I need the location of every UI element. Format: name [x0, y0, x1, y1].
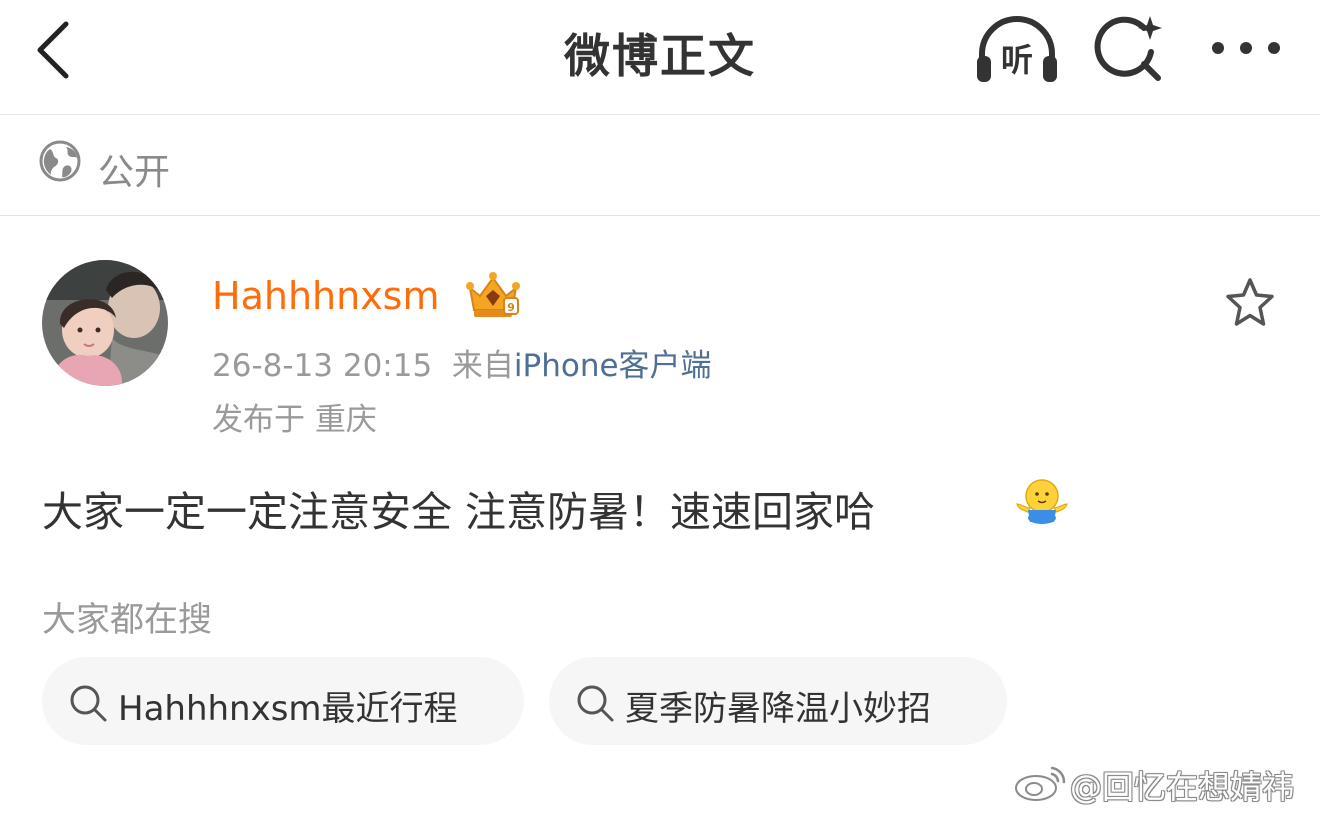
- watermark-text: @回忆在想婧祎: [1070, 768, 1295, 806]
- trending-search-heading: 大家都在搜: [42, 600, 212, 640]
- visibility-bar: [0, 115, 1320, 216]
- avatar-photo: [42, 260, 168, 386]
- weibo-watermark: @回忆在想婧祎: [1012, 760, 1312, 806]
- post-body: 大家一定一定注意安全 注意防暑！速速回家哈: [42, 488, 876, 536]
- search-icon: [70, 685, 107, 722]
- weibo-post-page: 微博正文 听 公开 Hahhhnxsm 9 26-8-13 20:15 来自iP…: [0, 0, 1320, 814]
- post-meta: 26-8-13 20:15 来自iPhone客户端: [212, 340, 712, 385]
- top-navbar: 微博正文 听: [0, 0, 1320, 115]
- author-name[interactable]: Hahhhnxsm: [212, 274, 440, 318]
- search-suggestion-label: Hahhhnxsm最近行程: [118, 689, 458, 729]
- avatar[interactable]: [42, 260, 168, 386]
- listen-label: 听: [1000, 41, 1033, 79]
- favorite-button[interactable]: [1222, 276, 1278, 330]
- vip-crown-badge-icon: 9: [466, 272, 520, 317]
- hug-emoji-icon: [1016, 479, 1068, 524]
- weibo-logo-icon: [1015, 766, 1066, 801]
- search-suggestion-label: 夏季防暑降温小妙招: [625, 689, 931, 729]
- globe-icon: [39, 140, 81, 182]
- source-client-link[interactable]: iPhone客户端: [514, 348, 712, 384]
- search-button[interactable]: [1094, 14, 1168, 84]
- more-button[interactable]: [1208, 30, 1284, 66]
- search-suggestion-chip[interactable]: Hahhhnxsm最近行程: [42, 657, 524, 745]
- source-prefix: 来自: [451, 348, 514, 384]
- listen-button[interactable]: 听: [972, 14, 1062, 86]
- visibility-label: 公开: [98, 152, 171, 193]
- more-dots-icon: [1212, 42, 1280, 54]
- search-icon: [577, 685, 614, 722]
- search-suggestion-chip[interactable]: 夏季防暑降温小妙招: [549, 657, 1007, 745]
- star-outline-icon: [1226, 278, 1274, 326]
- post-date: 26-8-13 20:15: [212, 348, 433, 384]
- sparkle-search-icon: [1094, 16, 1162, 81]
- svg-text:9: 9: [507, 301, 515, 314]
- post-location: 发布于 重庆: [212, 402, 377, 438]
